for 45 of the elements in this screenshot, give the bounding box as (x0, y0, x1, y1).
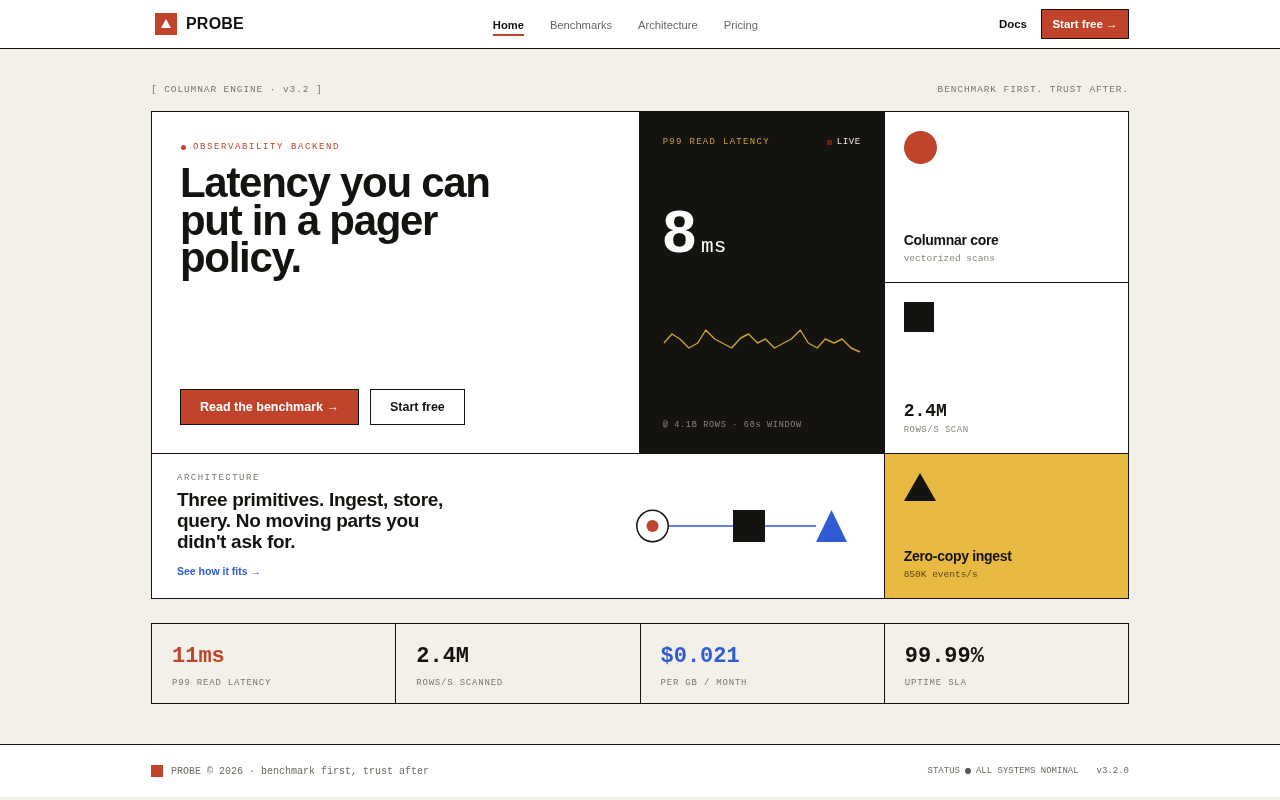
start-free-button[interactable]: Start free → (1041, 9, 1129, 39)
nav-tab[interactable]: Architecture (638, 12, 698, 36)
card-title: Columnar core (903, 232, 999, 248)
stat-label: PER GB / MONTH (660, 678, 749, 688)
card-caption: vectorized scans (903, 253, 996, 264)
copyright-text: PROBE © 2026 · benchmark first, trust after (171, 765, 430, 777)
status-text: ALL SYSTEMS NOMINAL (975, 766, 1079, 776)
see-how-link[interactable]: See how it fits → (177, 565, 261, 577)
start-free-button[interactable]: Start free (369, 389, 465, 425)
latency-label: P99 READ LATENCY (662, 136, 770, 148)
docs-link[interactable]: Docs (998, 18, 1027, 30)
latency-unit: ms (701, 235, 727, 258)
eyebrow-label: OBSERVABILITY BACKEND (193, 142, 341, 152)
dot-icon (181, 144, 186, 150)
stat-label: ROWS/S SCANNED (416, 678, 505, 688)
motto-text: BENCHMARK FIRST. TRUST AFTER. (937, 84, 1129, 96)
card-caption: 850K events/s (903, 569, 979, 580)
hero-heading: Latency you can put in a pager policy. (180, 162, 491, 283)
section-label: ARCHITECTURE (177, 473, 261, 483)
nav-tab[interactable]: Pricing (723, 12, 758, 36)
brand-name: PROBE (186, 15, 244, 33)
stat-value: 99.99% (904, 644, 985, 670)
live-label: LIVE (836, 137, 861, 147)
nav-tab[interactable]: Benchmarks (549, 12, 613, 36)
architecture-heading: Three primitives. Ingest, store, query. No moving parts you didn't ask for. (177, 489, 444, 552)
nav-tab[interactable]: Home (492, 12, 524, 36)
stat-value: $0.021 (660, 644, 741, 670)
status-label: STATUS (927, 766, 960, 776)
triangle-icon (903, 473, 936, 501)
latency-value: 8 (662, 202, 697, 262)
read-benchmark-button[interactable]: Read the benchmark → (180, 389, 359, 425)
metric-label: ROWS/S SCAN (903, 425, 969, 435)
status-dot-icon (964, 768, 971, 774)
latency-footnote: @ 4.1B ROWS · 60s WINDOW (662, 420, 803, 431)
stat-label: UPTIME SLA (904, 678, 968, 688)
metric-value: 2.4M (903, 401, 948, 421)
version-tag: [ COLUMNAR ENGINE · v3.2 ] (151, 84, 323, 96)
card-title: Zero-copy ingest (903, 548, 1012, 564)
circle-icon (903, 131, 937, 164)
stat-value: 2.4M (416, 644, 471, 670)
square-icon (903, 302, 934, 332)
stat-value: 11ms (172, 644, 226, 670)
version-text: v3.2.0 (1096, 766, 1129, 776)
stat-label: P99 READ LATENCY (172, 678, 273, 688)
logo-square-icon (151, 765, 163, 777)
